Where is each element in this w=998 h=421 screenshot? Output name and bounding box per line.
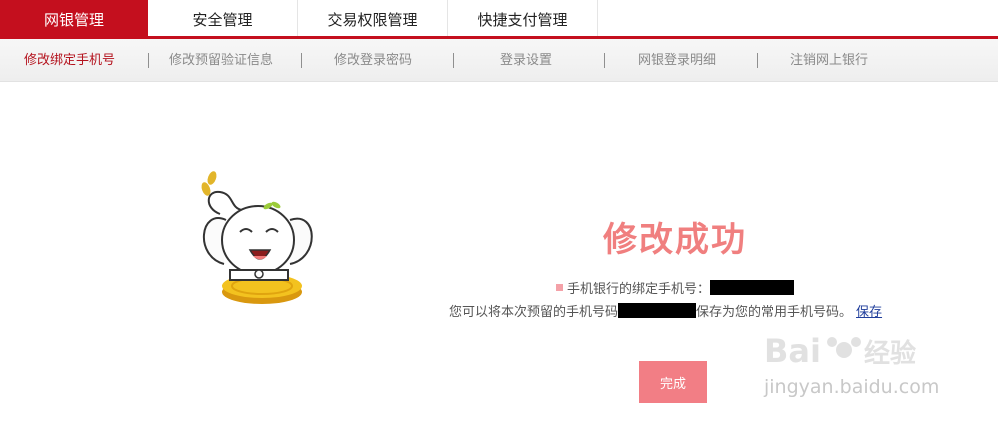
subnav-cancel-online-banking[interactable]: 注销网上银行 — [790, 39, 868, 82]
bullet-square-icon — [556, 283, 563, 291]
tab-security-management[interactable]: 安全管理 — [148, 0, 298, 38]
subnav-divider — [757, 53, 758, 68]
subnav-divider — [148, 53, 149, 68]
page: 网银管理 安全管理 交易权限管理 快捷支付管理 修改绑定手机号 修改预留验证信息… — [0, 0, 998, 421]
watermark-url: jingyan.baidu.com — [764, 376, 940, 398]
tab-online-banking-management[interactable]: 网银管理 — [0, 0, 148, 38]
top-tabs: 网银管理 安全管理 交易权限管理 快捷支付管理 — [0, 0, 998, 38]
subnav-login-history[interactable]: 网银登录明细 — [638, 39, 716, 82]
save-link[interactable]: 保存 — [856, 301, 882, 320]
redacted-phone-number — [710, 279, 795, 295]
tab-transaction-permissions[interactable]: 交易权限管理 — [298, 0, 448, 38]
success-title: 修改成功 — [603, 220, 747, 260]
save-phone-suffix: 保存为您的常用手机号码。 — [696, 304, 853, 320]
subnav-divider — [604, 53, 605, 68]
subnav-change-login-password[interactable]: 修改登录密码 — [334, 39, 412, 82]
subnav-change-reserved-info[interactable]: 修改预留验证信息 — [169, 39, 273, 82]
watermark-brand-latin: Bai — [764, 332, 821, 370]
sub-nav: 修改绑定手机号 修改预留验证信息 修改登录密码 登录设置 网银登录明细 注销网上… — [0, 39, 998, 82]
save-phone-line: 您可以将本次预留的手机号码 保存为您的常用手机号码。 保存 — [449, 301, 882, 320]
done-button[interactable]: 完成 — [639, 361, 707, 403]
tab-quick-payment-management[interactable]: 快捷支付管理 — [448, 0, 598, 38]
subnav-change-bound-phone[interactable]: 修改绑定手机号 — [24, 39, 115, 82]
bound-phone-label: 手机银行的绑定手机号： — [567, 281, 711, 297]
subnav-divider — [453, 53, 454, 68]
save-phone-prefix: 您可以将本次预留的手机号码 — [449, 304, 619, 320]
watermark-brand-cn: 经验 — [864, 338, 916, 369]
redacted-phone-number — [618, 302, 697, 318]
subnav-login-settings[interactable]: 登录设置 — [500, 39, 552, 82]
subnav-divider — [301, 53, 302, 68]
bound-phone-line: 手机银行的绑定手机号： — [556, 278, 795, 297]
elephant-mascot-illustration — [201, 171, 313, 304]
